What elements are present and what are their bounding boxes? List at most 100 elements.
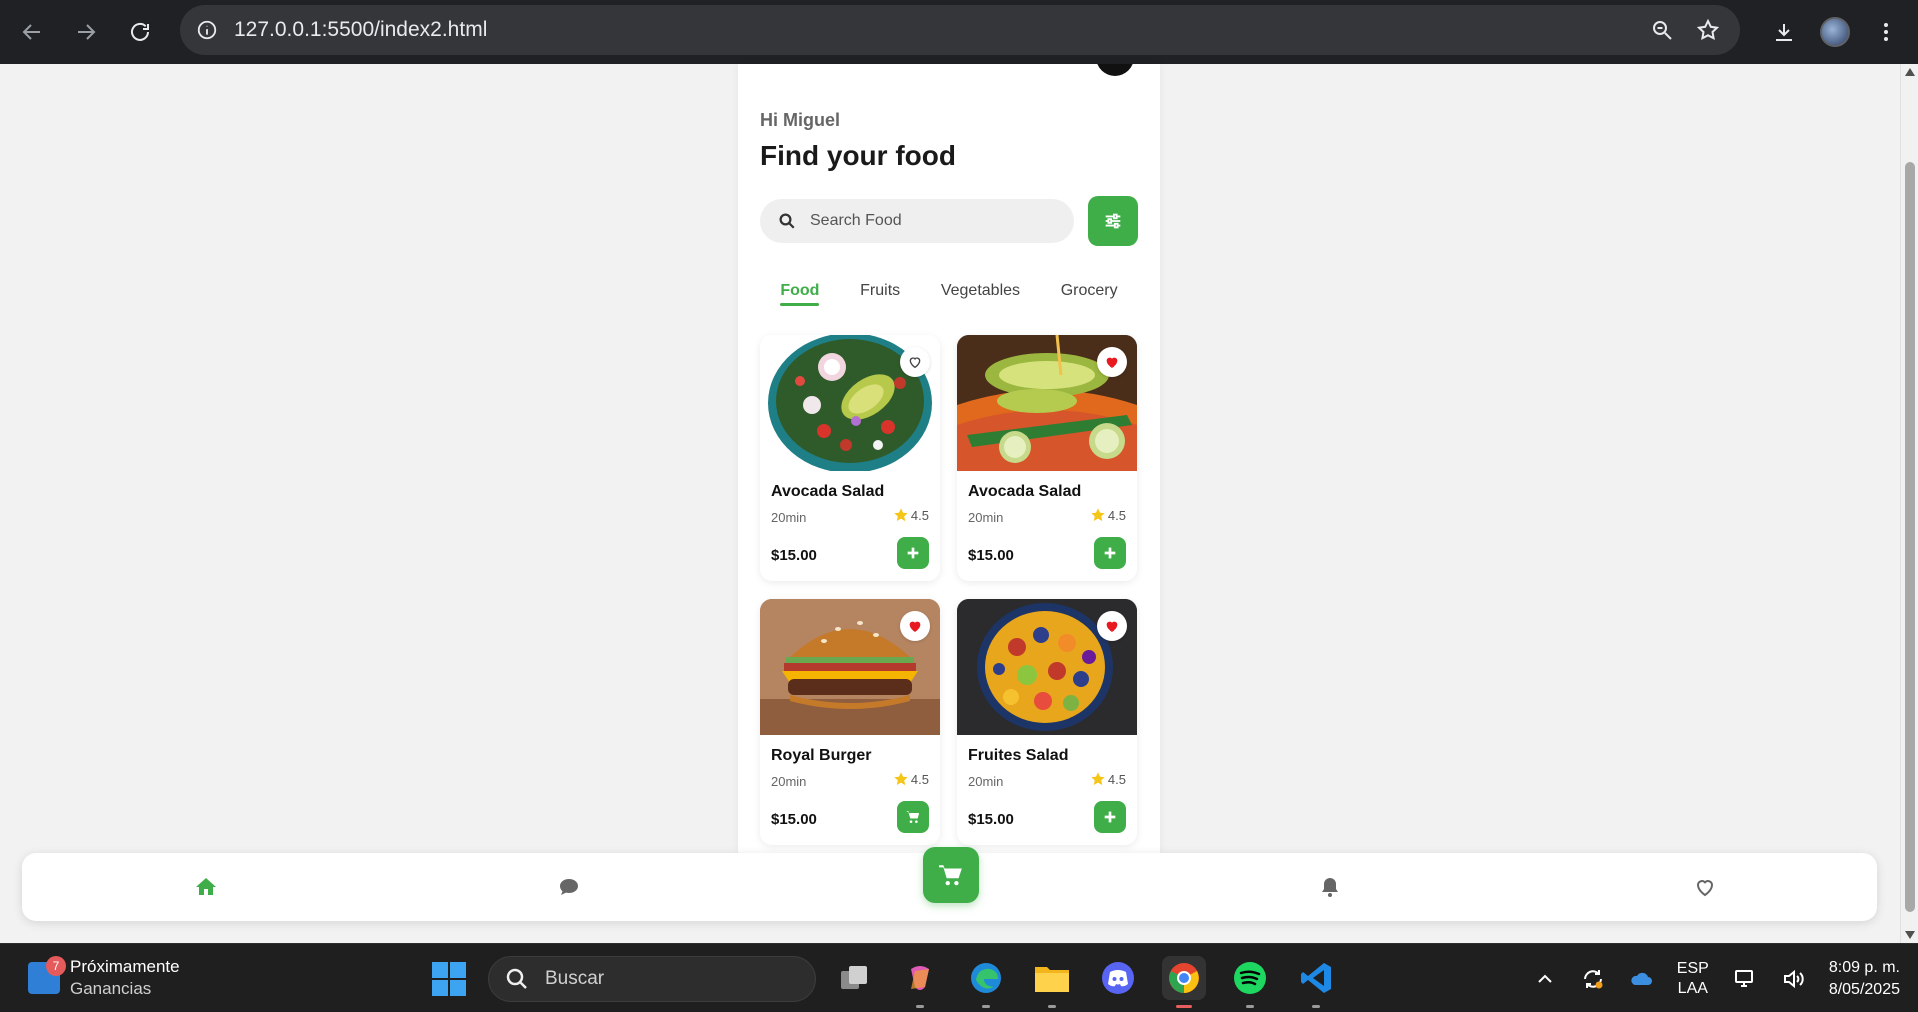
- food-name: Avocada Salad: [771, 483, 885, 500]
- search-input[interactable]: [810, 212, 1050, 230]
- chevron-up-icon[interactable]: [1533, 967, 1557, 991]
- vscode-button[interactable]: [1294, 956, 1338, 1008]
- language-code: ESP: [1676, 959, 1709, 977]
- favorite-toggle[interactable]: [1097, 347, 1127, 377]
- add-to-cart-button[interactable]: [1094, 801, 1126, 833]
- plus-icon: [1104, 547, 1116, 559]
- chrome-button[interactable]: [1162, 956, 1206, 1008]
- taskbar-search[interactable]: Buscar: [488, 956, 816, 1002]
- page-scrollbar[interactable]: [1900, 64, 1918, 943]
- clock-time: 8:09 p. m.: [1828, 958, 1900, 976]
- add-to-cart-button[interactable]: [1094, 537, 1126, 569]
- rating: 4.5: [1090, 771, 1126, 787]
- url-text: 127.0.0.1:5500/index2.html: [234, 18, 488, 41]
- copilot-icon: [911, 966, 929, 990]
- back-button[interactable]: [10, 10, 54, 54]
- widget-subtitle: Ganancias: [70, 979, 152, 998]
- download-icon[interactable]: [1772, 20, 1796, 44]
- rating-value: 4.5: [1107, 771, 1126, 787]
- user-avatar[interactable]: [1096, 64, 1134, 76]
- favorite-toggle[interactable]: [1097, 611, 1127, 641]
- prep-time: 20min: [771, 774, 807, 789]
- keyboard-layout: LAA: [1677, 979, 1708, 997]
- bookmark-star-icon[interactable]: [1696, 18, 1720, 42]
- scroll-down-arrow-icon[interactable]: [1905, 931, 1915, 939]
- add-to-cart-button[interactable]: [897, 537, 929, 569]
- nav-messages[interactable]: [557, 875, 581, 899]
- cart-button[interactable]: [897, 801, 929, 833]
- bell-icon: [1322, 878, 1338, 897]
- scroll-thumb[interactable]: [1905, 162, 1915, 912]
- arrow-left-icon: [22, 24, 40, 40]
- notification-badge: 7: [46, 956, 66, 976]
- star-icon: [1091, 508, 1105, 522]
- language-indicator[interactable]: ESP LAA: [1677, 959, 1709, 999]
- tab-food[interactable]: Food: [780, 282, 820, 306]
- cart-icon: [906, 811, 919, 823]
- chat-icon: [560, 879, 578, 895]
- edge-button[interactable]: [964, 956, 1008, 1008]
- pinned-apps: [832, 956, 1338, 1008]
- nav-home[interactable]: [194, 875, 218, 899]
- food-card[interactable]: Royal Burger 20min 4.5 $15.00: [760, 599, 940, 845]
- folder-icon: [1035, 967, 1069, 992]
- task-view-icon: [841, 966, 867, 989]
- food-name: Royal Burger: [771, 747, 872, 764]
- forward-button[interactable]: [64, 10, 108, 54]
- price: $15.00: [771, 547, 817, 564]
- widgets-button[interactable]: 7 Próximamente Ganancias: [28, 956, 180, 1000]
- scroll-up-arrow-icon[interactable]: [1905, 68, 1915, 76]
- site-info-icon[interactable]: [194, 17, 220, 43]
- plus-icon: [907, 547, 919, 559]
- nav-notifications[interactable]: [1318, 875, 1342, 899]
- kebab-menu-icon[interactable]: [1874, 20, 1898, 44]
- search-bar[interactable]: [760, 199, 1074, 243]
- profile-avatar[interactable]: [1820, 17, 1850, 47]
- spotify-icon: [1234, 962, 1266, 994]
- rating-value: 4.5: [910, 507, 929, 523]
- spotify-button[interactable]: [1228, 956, 1272, 1008]
- greeting-text: Hi Miguel: [760, 110, 840, 130]
- network-icon[interactable]: [1733, 967, 1757, 991]
- rating: 4.5: [1090, 507, 1126, 523]
- favorite-toggle[interactable]: [900, 611, 930, 641]
- bottom-navigation: [22, 847, 1877, 921]
- browser-toolbar: 127.0.0.1:5500/index2.html: [0, 0, 1918, 64]
- search-icon: [506, 968, 527, 989]
- start-button[interactable]: [432, 962, 466, 996]
- discord-button[interactable]: [1096, 956, 1140, 1000]
- nav-favorites[interactable]: [1693, 875, 1717, 899]
- copilot-button[interactable]: [898, 956, 942, 1008]
- favorite-toggle[interactable]: [900, 347, 930, 377]
- edge-icon: [971, 963, 1001, 993]
- home-icon: [196, 878, 216, 895]
- page-title: Find your food: [760, 140, 956, 171]
- zoom-icon[interactable]: [1650, 18, 1674, 42]
- reload-button[interactable]: [118, 10, 162, 54]
- arrow-right-icon: [78, 24, 96, 40]
- filter-button[interactable]: [1088, 196, 1138, 246]
- food-app: Hi Miguel Find your food Food Fruits Veg…: [738, 64, 1160, 854]
- cart-icon: [939, 865, 962, 886]
- clock[interactable]: 8:09 p. m. 8/05/2025: [1829, 957, 1900, 1001]
- onedrive-icon[interactable]: [1629, 967, 1653, 991]
- file-explorer-button[interactable]: [1030, 956, 1074, 1008]
- food-card[interactable]: Avocada Salad 20min 4.5 $15.00: [957, 335, 1137, 581]
- tab-fruits[interactable]: Fruits: [860, 282, 900, 306]
- discord-icon: [1102, 962, 1134, 994]
- sliders-icon: [1105, 213, 1121, 229]
- rating-value: 4.5: [1107, 507, 1126, 523]
- volume-icon[interactable]: [1781, 967, 1805, 991]
- system-tray: ESP LAA 8:09 p. m. 8/05/2025: [1533, 944, 1900, 1012]
- sync-icon[interactable]: [1581, 967, 1605, 991]
- tab-grocery[interactable]: Grocery: [1061, 282, 1118, 306]
- task-view-button[interactable]: [832, 956, 876, 1000]
- price: $15.00: [968, 811, 1014, 828]
- nav-cart[interactable]: [923, 847, 979, 903]
- food-card[interactable]: Fruites Salad 20min 4.5 $15.00: [957, 599, 1137, 845]
- rating: 4.5: [893, 771, 929, 787]
- tab-vegetables[interactable]: Vegetables: [941, 282, 1020, 306]
- address-bar[interactable]: 127.0.0.1:5500/index2.html: [180, 5, 1740, 55]
- food-card[interactable]: Avocada Salad 20min 4.5 $15.00: [760, 335, 940, 581]
- food-image-royal-burger: [760, 599, 940, 735]
